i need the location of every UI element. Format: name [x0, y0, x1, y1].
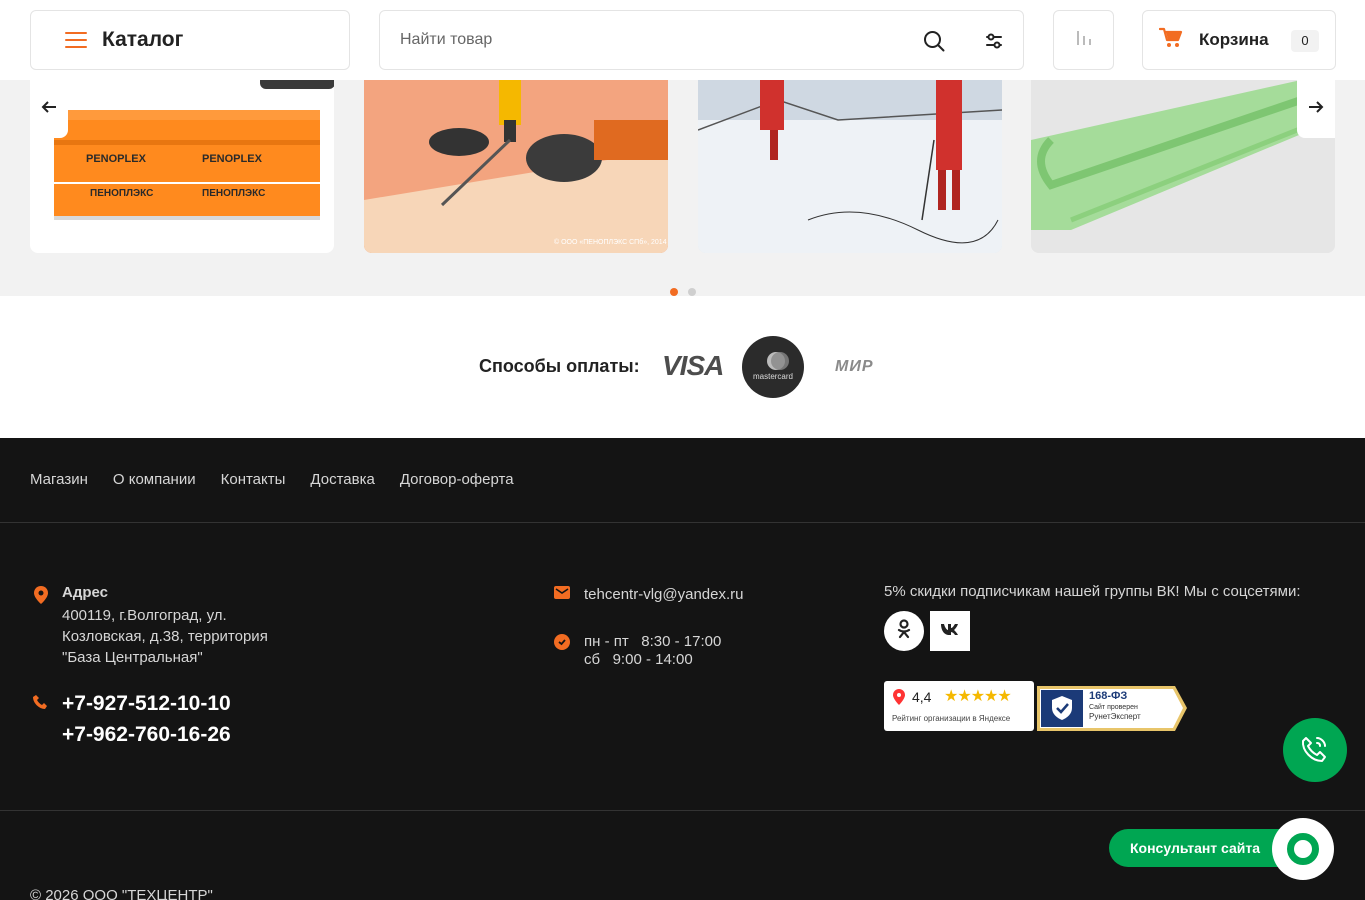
rating-caption: Рейтинг организации в Яндексе — [892, 714, 1011, 723]
cart-label: Корзина — [1199, 30, 1269, 49]
phone-icon — [33, 695, 48, 715]
chat-widget-button[interactable] — [1272, 818, 1334, 880]
slider-prev-button[interactable] — [30, 80, 68, 138]
slider-next-button[interactable] — [1297, 80, 1335, 138]
runet-title: 168-ФЗ — [1089, 690, 1128, 702]
arrow-right-icon — [1308, 100, 1324, 119]
callback-button[interactable] — [1283, 718, 1347, 782]
phone-link-1[interactable]: +7-927-512-10-10 — [62, 692, 231, 716]
hours-saturday: сб 9:00 - 14:00 — [584, 651, 693, 668]
slide-text: PENOPLEX — [86, 153, 147, 165]
slide-penoplex-boards[interactable]: PENOPLEX PENOPLEX ПЕНОПЛЭКС ПЕНОПЛЭКС — [30, 80, 334, 253]
footer-link-shop[interactable]: Магазин — [30, 471, 88, 488]
odnoklassniki-button[interactable] — [884, 611, 924, 651]
catalog-button[interactable]: Каталог — [30, 10, 350, 70]
runet-expert-badge[interactable]: 168-ФЗ Сайт проверен РунетЭксперт — [1037, 686, 1187, 731]
arrow-left-icon — [41, 100, 57, 119]
hours-weekdays: пн - пт 8:30 - 17:00 — [584, 633, 722, 650]
site-footer: Магазин О компании Контакты Доставка Дог… — [0, 438, 1365, 900]
copyright-text: © 2026 ООО "ТЕХЦЕНТР" — [30, 887, 213, 900]
phone-link-2[interactable]: +7-962-760-16-26 — [62, 723, 231, 747]
rating-value: 4,4 — [912, 689, 932, 705]
slide-text: ПЕНОПЛЭКС — [202, 188, 265, 199]
address-title: Адрес — [62, 584, 109, 601]
chat-icon — [1287, 833, 1319, 865]
slide-roof-workers[interactable] — [698, 80, 1002, 253]
search-input[interactable] — [380, 11, 880, 69]
mail-icon — [554, 586, 570, 604]
footer-divider — [0, 522, 1365, 523]
visa-logo: VISA — [662, 350, 724, 381]
footer-link-about[interactable]: О компании — [113, 471, 196, 488]
site-header: Каталог Корзина 0 — [0, 0, 1365, 80]
compare-icon — [1075, 29, 1093, 52]
odnoklassniki-icon — [897, 618, 911, 644]
address-text: 400119, г.Волгоград, ул. Козловская, д.3… — [62, 607, 268, 666]
vk-icon — [940, 622, 960, 640]
menu-icon — [65, 32, 87, 48]
vk-promo-text: 5% скидки подписчикам нашей группы ВК! М… — [884, 583, 1301, 600]
payment-methods-label: Способы оплаты: — [479, 356, 640, 376]
clock-icon — [554, 634, 570, 655]
runet-line2: РунетЭксперт — [1089, 712, 1141, 721]
search-bar — [379, 10, 1024, 70]
site-consultant-button[interactable]: Консультант сайта — [1109, 829, 1299, 867]
footer-nav: Магазин О компании Контакты Доставка Дог… — [30, 471, 514, 488]
search-icon[interactable] — [922, 29, 946, 53]
payment-methods: Способы оплаты: VISA mastercard МИР — [0, 296, 1365, 438]
slide-text: © ООО «ПЕНОПЛЭКС СПб», 2014 год — [554, 238, 668, 246]
slider-dot[interactable] — [670, 288, 678, 296]
product-slider: PENOPLEX PENOPLEX ПЕНОПЛЭКС ПЕНОПЛЭКС © … — [0, 80, 1365, 296]
phone-call-icon — [1300, 734, 1330, 767]
rating-stars: ★★★★★ — [944, 688, 1012, 705]
vk-button[interactable] — [930, 611, 970, 651]
yandex-pin-icon — [893, 689, 905, 710]
slider-dot[interactable] — [688, 288, 696, 296]
slide-foam-gun[interactable]: © ООО «ПЕНОПЛЭКС СПб», 2014 год — [364, 80, 668, 253]
slide-text: PENOPLEX — [202, 153, 263, 165]
location-pin-icon — [34, 586, 48, 609]
yandex-rating-badge[interactable]: 4,4 ★★★★★ Рейтинг организации в Яндексе — [884, 681, 1034, 731]
mastercard-text: mastercard — [752, 372, 793, 381]
filter-icon[interactable] — [982, 29, 1006, 53]
compare-button[interactable] — [1053, 10, 1114, 70]
slide-text: ПЕНОПЛЭКС — [90, 188, 153, 199]
mastercard-logo: mastercard — [742, 336, 804, 398]
slider-pagination — [670, 288, 696, 296]
footer-link-delivery[interactable]: Доставка — [310, 471, 374, 488]
runet-line1: Сайт проверен — [1089, 704, 1138, 711]
cart-icon — [1158, 27, 1183, 54]
footer-link-contacts[interactable]: Контакты — [221, 471, 286, 488]
catalog-label: Каталог — [102, 28, 184, 51]
footer-bottom-divider — [0, 810, 1365, 811]
cart-count-badge: 0 — [1291, 30, 1319, 52]
cart-button[interactable]: Корзина 0 — [1142, 10, 1336, 70]
email-link[interactable]: tehcentr-vlg@yandex.ru — [584, 586, 743, 603]
footer-link-offer[interactable]: Договор-оферта — [400, 471, 514, 488]
mir-logo: МИР — [835, 358, 874, 375]
slide-green-profile[interactable] — [1031, 80, 1335, 253]
